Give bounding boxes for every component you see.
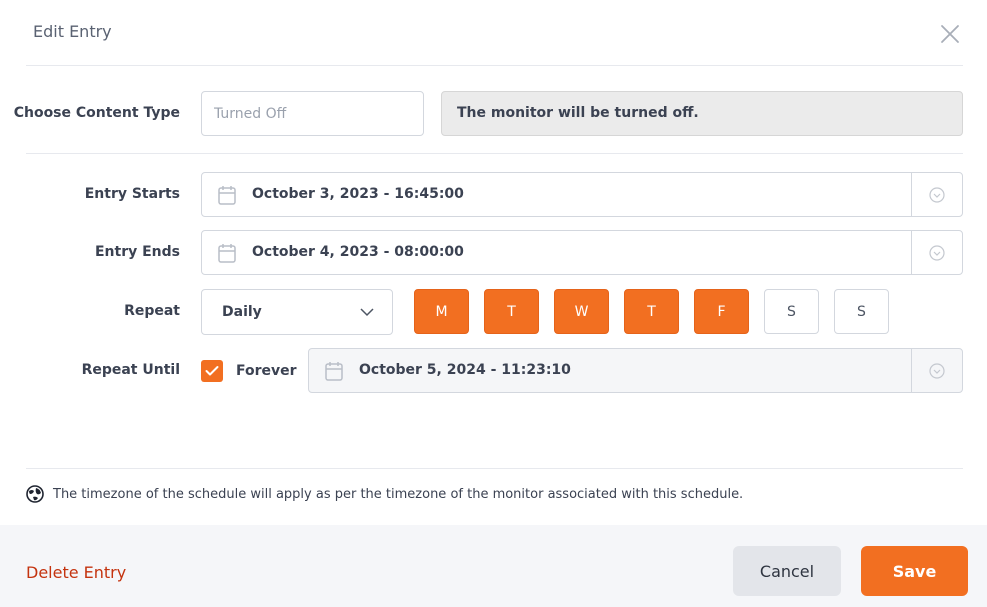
divider [26, 468, 963, 469]
chevron-down-circle-icon [929, 244, 945, 261]
day-toggle-sunday[interactable]: S [834, 289, 889, 334]
content-type-input[interactable] [201, 91, 424, 136]
repeat-until-value: October 5, 2024 - 11:23:10 [359, 362, 571, 378]
day-toggle-wednesday[interactable]: W [554, 289, 609, 334]
repeat-until-dropdown-button[interactable] [911, 349, 962, 392]
globe-icon [26, 485, 44, 503]
repeat-until-field[interactable]: October 5, 2024 - 11:23:10 [308, 348, 963, 393]
content-type-label: Choose Content Type [13, 105, 180, 121]
close-button[interactable] [939, 23, 961, 45]
entry-ends-dropdown-button[interactable] [911, 231, 962, 274]
day-toggle-saturday[interactable]: S [764, 289, 819, 334]
chevron-down-circle-icon [929, 186, 945, 203]
divider [26, 153, 963, 154]
calendar-icon [325, 362, 343, 381]
entry-starts-dropdown-button[interactable] [911, 173, 962, 216]
entry-ends-field[interactable]: October 4, 2023 - 08:00:00 [201, 230, 963, 275]
entry-starts-value: October 3, 2023 - 16:45:00 [252, 186, 464, 202]
chevron-down-icon [360, 308, 374, 317]
content-type-info: The monitor will be turned off. [441, 91, 963, 136]
dialog-title: Edit Entry [33, 22, 112, 41]
day-toggle-thursday[interactable]: T [624, 289, 679, 334]
forever-label: Forever [236, 363, 297, 379]
entry-starts-label: Entry Starts [84, 186, 180, 202]
repeat-until-label: Repeat Until [81, 362, 180, 378]
dialog-header: Edit Entry [26, 0, 963, 66]
calendar-icon [218, 186, 236, 205]
calendar-icon [218, 244, 236, 263]
timezone-note: The timezone of the schedule will apply … [53, 487, 744, 502]
checkmark-icon [205, 366, 219, 376]
cancel-button[interactable]: Cancel [733, 546, 841, 596]
dialog-footer: Delete Entry Cancel Save [0, 525, 987, 607]
repeat-selected-value: Daily [222, 304, 262, 320]
save-button[interactable]: Save [861, 546, 968, 596]
delete-entry-link[interactable]: Delete Entry [26, 563, 126, 582]
edit-entry-dialog: Edit Entry Choose Content Type The monit… [0, 0, 987, 607]
day-toggle-friday[interactable]: F [694, 289, 749, 334]
entry-ends-value: October 4, 2023 - 08:00:00 [252, 244, 464, 260]
entry-ends-label: Entry Ends [94, 244, 180, 260]
forever-checkbox[interactable] [201, 360, 223, 382]
close-icon [941, 25, 959, 43]
repeat-select[interactable]: Daily [201, 289, 393, 335]
day-toggle-tuesday[interactable]: T [484, 289, 539, 334]
repeat-label: Repeat [124, 303, 180, 319]
chevron-down-circle-icon [929, 362, 945, 379]
day-toggle-monday[interactable]: M [414, 289, 469, 334]
entry-starts-field[interactable]: October 3, 2023 - 16:45:00 [201, 172, 963, 217]
